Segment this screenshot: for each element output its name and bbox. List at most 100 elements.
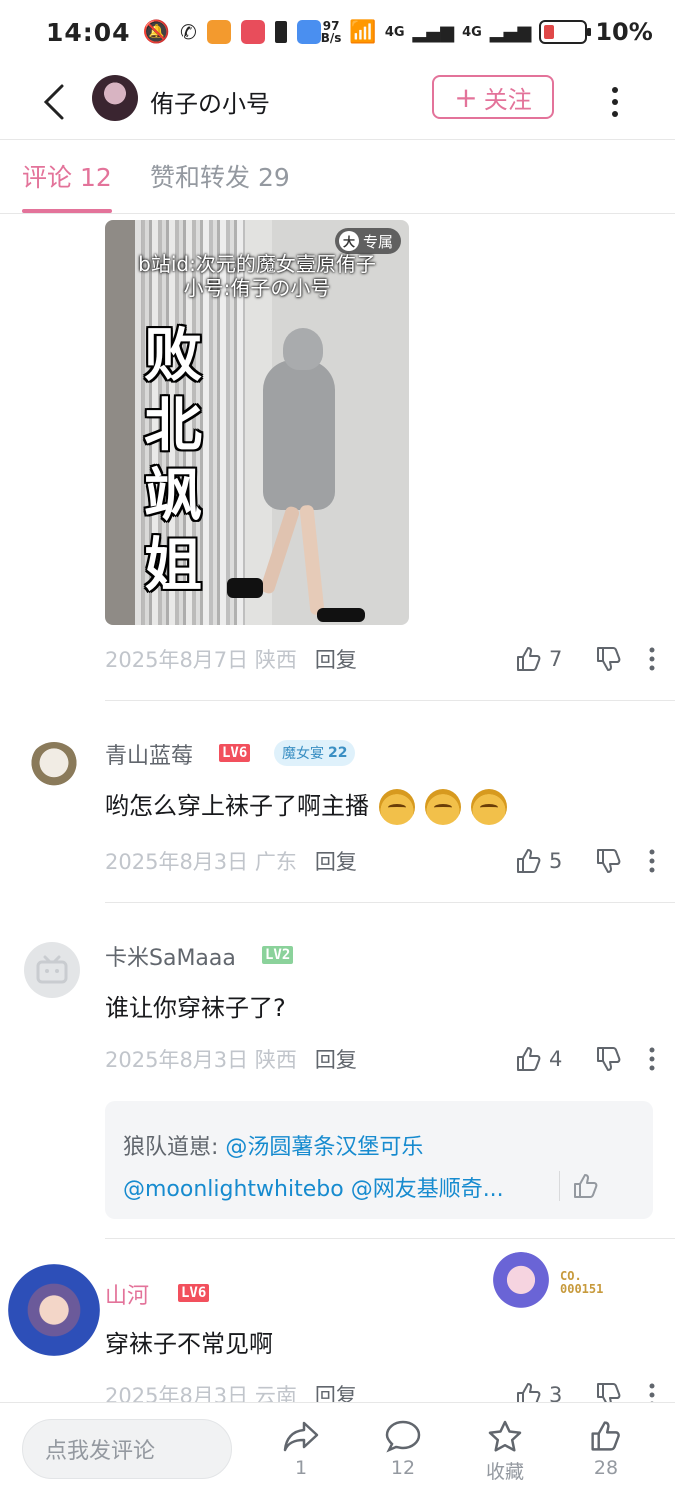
- thumbs-down-icon: [597, 849, 621, 873]
- thumbs-up-icon: [574, 1174, 598, 1198]
- wifi-icon: 📶: [349, 19, 377, 45]
- comment-count: 12: [390, 1457, 416, 1479]
- status-bar: 14:04 🔕 ✆ 97 B/s 📶 4G ▂▄▆ 4G ▂▄▆ 10%: [0, 0, 675, 64]
- dislike-button[interactable]: [595, 645, 623, 673]
- image-watermark-line1: b站id:次元的魔女壹原侑子: [138, 252, 376, 276]
- bottom-action-bar: 点我发评论 1 12 收藏 28: [0, 1402, 675, 1500]
- doge-emoji-icon: [425, 789, 461, 825]
- mention-link[interactable]: @网友基顺奇...: [351, 1177, 504, 1202]
- mention-link[interactable]: @moonlightwhitebo: [123, 1177, 344, 1202]
- sub-reply-like-button[interactable]: [559, 1171, 600, 1201]
- commenter-avatar-with-frame[interactable]: [8, 1264, 100, 1356]
- status-right: 97 B/s 📶 4G ▂▄▆ 4G ▂▄▆ 10%: [321, 18, 653, 46]
- image-figure-shoe: [227, 578, 263, 598]
- level-badge: LV6: [178, 1284, 210, 1302]
- status-time: 14:04: [46, 17, 131, 47]
- comment-more-button[interactable]: [647, 848, 657, 874]
- comment-more-button[interactable]: [647, 1046, 657, 1072]
- level-badge: LV6: [219, 744, 251, 762]
- thumbs-up-icon: [591, 1421, 620, 1451]
- fan-decoration-card[interactable]: [490, 1252, 552, 1314]
- like-button[interactable]: 7: [515, 645, 571, 673]
- level-badge: LV2: [262, 946, 294, 964]
- follow-button[interactable]: + 关注: [432, 75, 554, 119]
- follow-label: 关注: [483, 85, 532, 114]
- comment-more-button[interactable]: [647, 646, 657, 672]
- top-nav-bar: 侑子の小号 + 关注: [0, 64, 675, 140]
- app-618-icon: [240, 20, 265, 44]
- image-figure-shoe: [317, 608, 365, 622]
- bottom-like-count: 28: [593, 1457, 619, 1479]
- user-avatar[interactable]: [92, 75, 138, 121]
- image-figure-body: [263, 360, 335, 510]
- post-actions: 7: [515, 644, 657, 674]
- alert-icon: [274, 21, 287, 43]
- comment-date: 2025年8月3日: [105, 1048, 249, 1072]
- tab-comments[interactable]: 评论 12: [22, 158, 112, 194]
- more-options-icon[interactable]: [600, 82, 630, 122]
- commenter-avatar[interactable]: [28, 742, 80, 794]
- app-heart-icon: [206, 20, 231, 44]
- image-caption-char: 败: [143, 321, 202, 389]
- image-figure-hood: [283, 328, 323, 370]
- image-caption-char: 北: [143, 391, 202, 459]
- sub-replies-box[interactable]: 狼队道崽: @汤圆薯条汉堡可乐 @moonlightwhitebo @网友基顺奇…: [105, 1101, 653, 1219]
- signal-bars-icon: ▂▄▆: [412, 21, 455, 43]
- commenter-avatar[interactable]: [24, 942, 80, 998]
- comment-actions: 4: [515, 1044, 657, 1074]
- comment-content: 哟怎么穿上袜子了啊主播: [105, 786, 507, 825]
- status-notification-icons: 🔕 ✆: [143, 20, 321, 45]
- comment-location: 陕西: [254, 1048, 297, 1072]
- comment-input[interactable]: 点我发评论: [22, 1419, 232, 1479]
- exclusive-badge-label: 专属: [362, 232, 393, 251]
- bottom-like-button[interactable]: 28: [571, 1419, 641, 1479]
- thumbs-up-icon: [517, 849, 541, 873]
- post-meta-row: 2025年8月7日 陕西 回复 7: [105, 644, 665, 674]
- image-figure-leg: [299, 504, 325, 616]
- signal-bars-icon-2: ▂▄▆: [489, 21, 532, 43]
- decoration-number: 000151: [560, 1282, 604, 1296]
- commenter-name[interactable]: 青山蓝莓: [105, 738, 193, 770]
- more-vertical-icon: [649, 849, 655, 873]
- divider: [105, 1238, 675, 1239]
- star-icon: [488, 1420, 522, 1452]
- reply-button[interactable]: 回复: [315, 644, 357, 674]
- divider: [105, 902, 675, 903]
- fan-decoration-number: CO. 000151: [560, 1270, 603, 1296]
- post-image[interactable]: 大 专属 b站id:次元的魔女壹原侑子 小号:侑子の小号 败 北 飒 姐: [105, 220, 409, 625]
- comment-date: 2025年8月3日: [105, 850, 249, 874]
- tab-bar: 评论 12 赞和转发 29: [0, 140, 675, 214]
- like-count: 4: [549, 1047, 563, 1071]
- dislike-button[interactable]: [595, 1045, 623, 1073]
- back-arrow-icon[interactable]: [36, 82, 76, 122]
- share-icon: [283, 1421, 319, 1452]
- signal-4g-icon: 4G: [384, 24, 405, 40]
- sub-reply-user[interactable]: 狼队道崽:: [123, 1135, 218, 1160]
- post-date: 2025年8月7日: [105, 648, 249, 672]
- reply-button[interactable]: 回复: [315, 846, 357, 876]
- dislike-button[interactable]: [595, 847, 623, 875]
- mention-link[interactable]: @汤圆薯条汉堡可乐: [225, 1135, 423, 1160]
- comment-text: 哟怎么穿上袜子了啊主播: [105, 792, 369, 820]
- reply-button[interactable]: 回复: [315, 1044, 357, 1074]
- comment-button[interactable]: 12: [368, 1419, 438, 1479]
- thumbs-up-icon: [517, 647, 541, 671]
- battery-percent: 10%: [595, 18, 653, 46]
- thumbs-down-icon: [597, 1047, 621, 1071]
- tab-likes-reposts[interactable]: 赞和转发 29: [150, 158, 290, 194]
- page-title[interactable]: 侑子の小号: [150, 84, 270, 119]
- plus-icon: +: [454, 80, 478, 114]
- commenter-name[interactable]: 卡米SaMaaa: [105, 940, 236, 972]
- favorite-button[interactable]: 收藏: [470, 1419, 540, 1484]
- thumbs-up-icon: [517, 1047, 541, 1071]
- default-tv-avatar-icon: [36, 955, 68, 984]
- like-button[interactable]: 4: [515, 1045, 571, 1073]
- comment-content: 穿袜子不常见啊: [105, 1330, 273, 1358]
- image-caption: 败 北 飒 姐: [141, 320, 205, 600]
- fan-medal-badge[interactable]: 魔女宴 22: [274, 740, 356, 766]
- tab-active-indicator: [22, 209, 112, 213]
- like-count: 5: [549, 849, 563, 873]
- share-button[interactable]: 1: [266, 1419, 336, 1479]
- like-button[interactable]: 5: [515, 847, 571, 875]
- commenter-name[interactable]: 山河: [105, 1278, 149, 1310]
